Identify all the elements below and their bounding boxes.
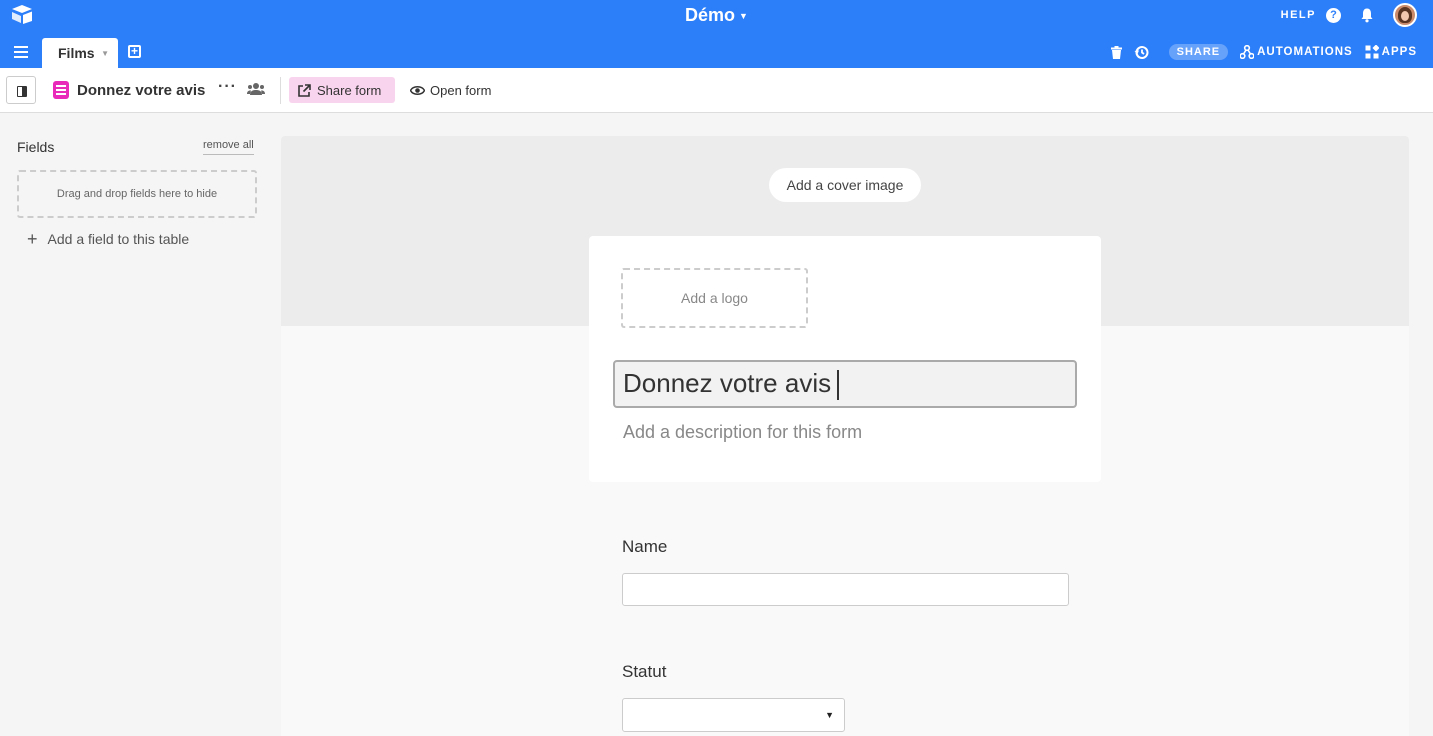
base-title[interactable]: Démo ▼: [0, 4, 1433, 26]
user-avatar[interactable]: [1393, 3, 1417, 27]
add-field-label: Add a field to this table: [47, 231, 190, 247]
statut-select[interactable]: ▼: [622, 698, 845, 732]
history-icon[interactable]: [1134, 45, 1149, 60]
divider: [280, 77, 281, 104]
form-canvas: Add a cover image Add a logo Donnez votr…: [281, 136, 1409, 736]
apps-icon: [1365, 45, 1379, 59]
view-name[interactable]: Donnez votre avis: [77, 82, 205, 99]
chevron-down-icon[interactable]: ▼: [101, 49, 109, 58]
plus-icon: +: [27, 229, 38, 249]
tab-label: Films: [58, 45, 95, 61]
sidebar-toggle-button[interactable]: [6, 76, 36, 104]
help-icon[interactable]: ?: [1326, 7, 1341, 23]
share-form-button[interactable]: Share form: [289, 77, 395, 103]
chevron-down-icon: ▼: [825, 710, 834, 720]
apps-label: APPS: [1381, 46, 1417, 58]
automations-icon: [1240, 45, 1255, 59]
form-header-card: Add a logo Donnez votre avis Add a descr…: [589, 236, 1101, 482]
automations-button[interactable]: AUTOMATIONS: [1240, 45, 1353, 59]
automations-label: AUTOMATIONS: [1257, 46, 1353, 58]
apps-button[interactable]: APPS: [1365, 45, 1417, 59]
add-table-icon[interactable]: +: [128, 45, 141, 58]
form-view-icon: [53, 81, 69, 99]
form-title-text: Donnez votre avis: [623, 368, 832, 398]
fields-title: Fields: [17, 139, 55, 155]
external-link-icon: [298, 83, 311, 97]
tab-films[interactable]: Films ▼: [42, 38, 118, 68]
form-title-input[interactable]: Donnez votre avis: [613, 360, 1077, 408]
more-options-button[interactable]: ···: [218, 78, 237, 96]
remove-all-button[interactable]: remove all: [203, 139, 254, 155]
form-description-input[interactable]: Add a description for this form: [623, 422, 862, 443]
add-logo-button[interactable]: Add a logo: [621, 268, 808, 328]
toolbar-right: SHARE AUTOMATIONS APPS: [1110, 42, 1417, 62]
share-form-label: Share form: [317, 82, 382, 98]
base-title-text: Démo: [685, 5, 736, 25]
open-form-button[interactable]: Open form: [410, 77, 491, 103]
eye-icon: [410, 85, 425, 95]
share-button[interactable]: SHARE: [1168, 44, 1229, 60]
hamburger-menu-icon[interactable]: [14, 46, 28, 58]
top-right-actions: HELP ?: [1281, 2, 1417, 28]
view-bar: Donnez votre avis ··· Share form Open fo…: [0, 68, 1433, 113]
text-cursor: [837, 370, 839, 401]
trash-icon[interactable]: [1110, 45, 1122, 59]
hidden-fields-drop-zone[interactable]: Drag and drop fields here to hide: [17, 170, 257, 218]
open-form-label: Open form: [430, 82, 492, 98]
add-cover-image-button[interactable]: Add a cover image: [769, 168, 921, 202]
field-label-statut: Statut: [622, 662, 667, 681]
name-input[interactable]: [622, 573, 1069, 606]
drop-zone-text: Drag and drop fields here to hide: [56, 188, 218, 200]
help-link[interactable]: HELP: [1281, 9, 1316, 21]
add-field-button[interactable]: + Add a field to this table: [27, 229, 190, 249]
field-label-name: Name: [622, 537, 668, 556]
chevron-down-icon: ▼: [739, 11, 748, 22]
top-bar: Démo ▼ HELP ? Films ▼ + SHARE AUTOMATIONS: [0, 0, 1433, 68]
collaborators-icon[interactable]: [247, 82, 265, 96]
bell-icon[interactable]: [1359, 7, 1375, 23]
